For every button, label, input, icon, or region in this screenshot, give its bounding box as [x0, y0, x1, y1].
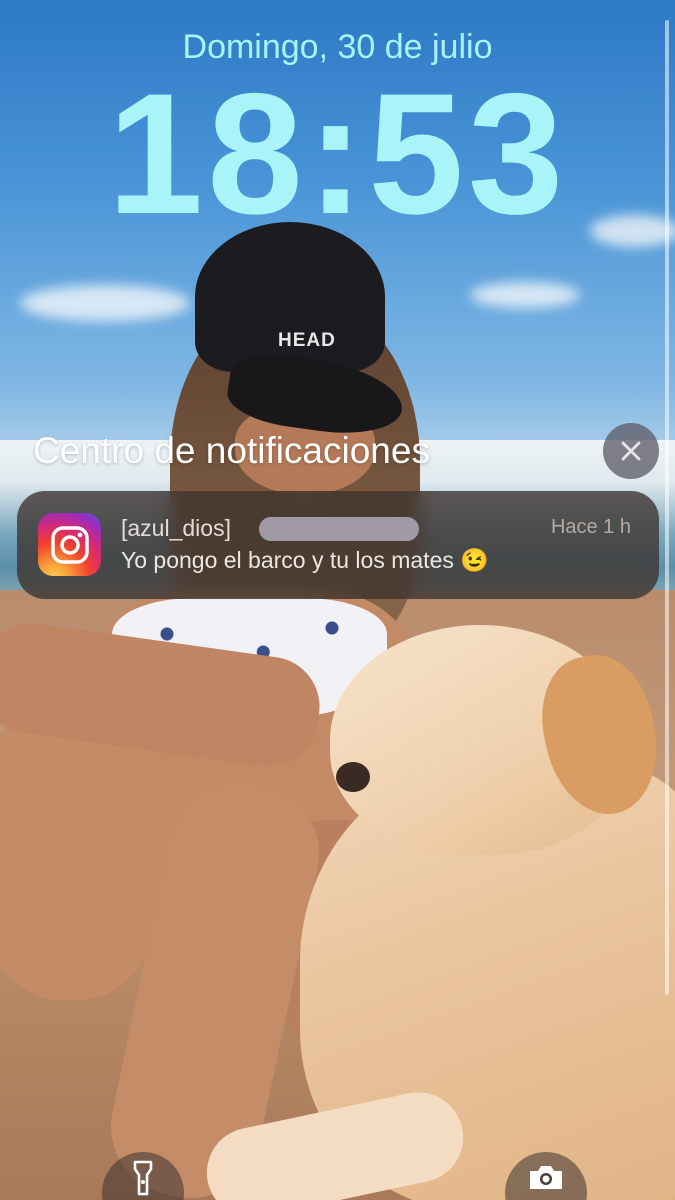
lockscreen-clock: 18:53: [107, 58, 568, 250]
redacted-name-bar: [259, 517, 419, 541]
flashlight-icon: [133, 1160, 153, 1196]
instagram-icon: [38, 513, 101, 576]
scroll-indicator: [665, 20, 669, 995]
camera-icon: [530, 1166, 562, 1189]
notification-message: Yo pongo el barco y tu los mates 😉: [121, 547, 489, 573]
notification-sender: [azul_dios]: [121, 515, 231, 541]
notification-time: Hace 1 h: [550, 516, 631, 538]
instagram-glyph-icon: [50, 525, 89, 564]
notification-card[interactable]: [azul_dios] Hace 1 h Yo pongo el barco y…: [17, 491, 659, 599]
notification-center-title: Centro de notificaciones: [33, 430, 430, 471]
lock-screen: HEAD Domingo, 30 de julio 18:53 Centro d…: [0, 0, 675, 1200]
notification-center-close-button[interactable]: [603, 423, 659, 479]
close-icon: [621, 441, 641, 461]
